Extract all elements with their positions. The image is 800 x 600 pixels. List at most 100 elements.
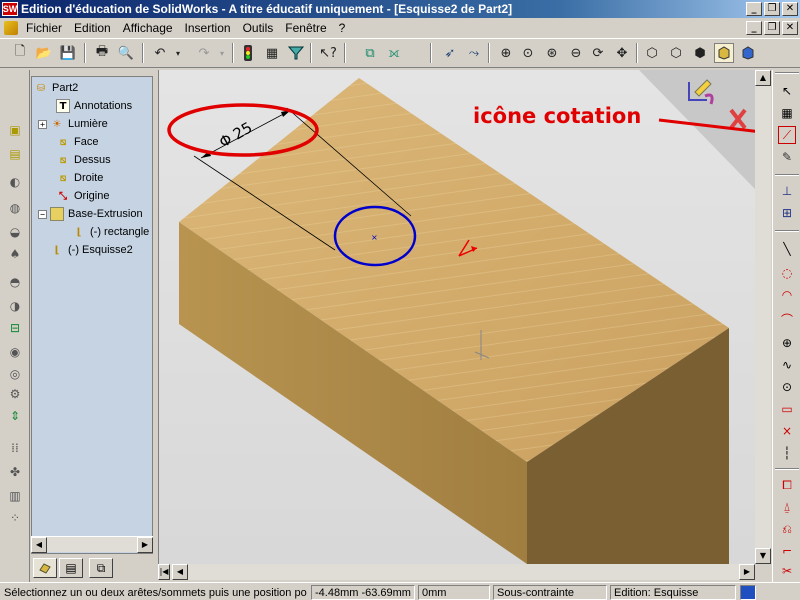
- tab-property-manager[interactable]: ▤: [59, 558, 83, 578]
- draft-icon[interactable]: ♠: [6, 246, 24, 262]
- tree-item-esquisse2[interactable]: ⌊ (-) Esquisse2: [50, 241, 133, 259]
- tree-item-dessus[interactable]: ⧅ Dessus: [56, 151, 111, 169]
- tree-item-base-extrusion[interactable]: − Base-Extrusion: [38, 205, 143, 223]
- filter-icon[interactable]: [286, 43, 306, 63]
- menu-help[interactable]: ?: [333, 19, 352, 37]
- rectangle-icon[interactable]: ▭: [778, 400, 796, 418]
- centerpoint-arc-icon[interactable]: ◌: [778, 264, 796, 282]
- tab-feature-manager[interactable]: [33, 558, 57, 578]
- tree-item-annotations[interactable]: T Annotations: [56, 97, 132, 115]
- scale-icon[interactable]: ⁘: [6, 510, 24, 526]
- dimension-value[interactable]: Φ 25: [216, 118, 255, 151]
- selection-filter-icon[interactable]: ⤳: [464, 43, 484, 63]
- scroll-up-icon[interactable]: ▲: [755, 70, 771, 86]
- viewport-vertical-scrollbar[interactable]: ▲ ▼: [755, 70, 771, 564]
- hole-icon[interactable]: ◑: [6, 298, 24, 314]
- add-relation-icon[interactable]: ⊥: [778, 182, 796, 200]
- scroll-start-icon[interactable]: |◀: [158, 564, 170, 580]
- menu-insertion[interactable]: Insertion: [179, 19, 237, 37]
- viewport-horizontal-scrollbar[interactable]: |◀ ◀ ▶: [158, 564, 755, 580]
- collapse-icon[interactable]: −: [38, 209, 47, 219]
- smart-dimension-icon[interactable]: ⟋: [778, 126, 796, 144]
- chamfer-icon[interactable]: ◍: [6, 200, 24, 216]
- scroll-right-icon[interactable]: ▶: [137, 537, 153, 553]
- trim-icon[interactable]: ✂: [778, 562, 796, 580]
- sketch-grid-icon[interactable]: ▦: [778, 104, 796, 122]
- smart-dimension-toolbar-icon[interactable]: ⟗: [384, 43, 404, 63]
- menu-affichage[interactable]: Affichage: [117, 19, 179, 37]
- menu-fichier[interactable]: Fichier: [20, 19, 68, 37]
- grid-icon[interactable]: ▦: [262, 43, 282, 63]
- select-pointer-icon[interactable]: ↖: [778, 82, 796, 100]
- linear-pattern-icon[interactable]: ⁞⁞: [6, 440, 24, 456]
- circle-icon[interactable]: ⊕: [778, 334, 796, 352]
- point-icon[interactable]: ×: [778, 422, 796, 440]
- doc-restore-button[interactable]: ❐: [764, 21, 780, 35]
- help-pointer-icon[interactable]: ↖?: [318, 43, 338, 63]
- minimize-button[interactable]: _: [746, 2, 762, 16]
- rebuild-icon[interactable]: [238, 43, 258, 63]
- tree-item-rectangle[interactable]: ⌊ (-) rectangle: [72, 223, 150, 241]
- mirror-feature-icon[interactable]: ▥: [6, 488, 24, 504]
- rotate-icon[interactable]: ⟳: [588, 43, 608, 63]
- doc-minimize-button[interactable]: _: [746, 21, 762, 35]
- tree-item-lumiere[interactable]: + ☀ Lumière: [38, 115, 108, 133]
- mirror-icon[interactable]: ⚙: [6, 386, 24, 402]
- menu-fenetre[interactable]: Fenêtre: [279, 19, 332, 37]
- dome-icon[interactable]: ◉: [6, 344, 24, 360]
- tab-configuration-manager[interactable]: ⧉: [89, 558, 113, 578]
- scroll-down-icon[interactable]: ▼: [755, 548, 771, 564]
- spline-icon[interactable]: ∿: [778, 356, 796, 374]
- select-icon[interactable]: ➶: [440, 43, 460, 63]
- fillet-icon[interactable]: ◐: [6, 174, 24, 190]
- shaded-icon[interactable]: [714, 43, 734, 63]
- close-button[interactable]: ✕: [782, 2, 798, 16]
- expand-icon[interactable]: +: [38, 119, 47, 129]
- hidden-lines-icon[interactable]: ⬡: [666, 43, 686, 63]
- pattern-icon[interactable]: ◎: [6, 366, 24, 382]
- scroll-left-icon[interactable]: ◀: [172, 564, 188, 580]
- undo-icon[interactable]: ↶: [150, 43, 170, 63]
- redo-dropdown-icon[interactable]: ▾: [212, 43, 232, 63]
- convert-entities-icon[interactable]: ⧠: [778, 476, 796, 494]
- circular-pattern-icon[interactable]: ✤: [6, 464, 24, 480]
- sketch-fillet-icon[interactable]: ⌐: [778, 542, 796, 560]
- model-view[interactable]: × Φ 25: [159, 70, 755, 564]
- cut-icon[interactable]: ◓: [6, 274, 24, 290]
- shell-icon[interactable]: ◒: [6, 224, 24, 240]
- zoom-out-icon[interactable]: ⊖: [566, 43, 586, 63]
- wireframe-icon[interactable]: ⬡: [642, 43, 662, 63]
- new-icon[interactable]: 🗋: [10, 43, 30, 63]
- zoom-selection-icon[interactable]: ⊛: [542, 43, 562, 63]
- tree-item-origine[interactable]: ⤡ Origine: [56, 187, 109, 205]
- line-icon[interactable]: ╲: [778, 240, 796, 258]
- tree-root[interactable]: ⛁ Part2: [34, 79, 79, 97]
- three-point-arc-icon[interactable]: ⌒: [778, 310, 796, 328]
- tangent-arc-icon[interactable]: ◠: [778, 286, 796, 304]
- print-icon[interactable]: 🖶: [92, 43, 112, 63]
- mirror-entities-icon[interactable]: ⎌: [778, 520, 796, 538]
- display-relations-icon[interactable]: ⊞: [778, 204, 796, 222]
- menu-edition[interactable]: Edition: [68, 19, 117, 37]
- centerline-icon[interactable]: ┆: [778, 444, 796, 462]
- document-menu-icon[interactable]: [4, 21, 18, 35]
- graphics-area[interactable]: × Φ 25 icône cotation: [158, 70, 755, 564]
- tree-item-droite[interactable]: ⧅ Droite: [56, 169, 104, 187]
- redo-icon[interactable]: ↷: [194, 43, 214, 63]
- scroll-right-icon[interactable]: ▶: [739, 564, 755, 580]
- doc-close-button[interactable]: ✕: [782, 21, 798, 35]
- revolve-icon[interactable]: ▤: [6, 146, 24, 162]
- tree-horizontal-scrollbar[interactable]: ◀ ▶: [31, 536, 153, 553]
- rib-icon[interactable]: ⊟: [6, 320, 24, 336]
- ellipse-icon[interactable]: ⊙: [778, 378, 796, 396]
- pan-icon[interactable]: ✥: [612, 43, 632, 63]
- tree-item-face[interactable]: ⧅ Face: [56, 133, 99, 151]
- sketch-pencil-icon[interactable]: ✎: [778, 148, 796, 166]
- sketch-icon[interactable]: ⧉: [360, 43, 380, 63]
- hidden-removed-icon[interactable]: ⬢: [690, 43, 710, 63]
- undo-dropdown-icon[interactable]: ▾: [168, 43, 188, 63]
- zoom-in-icon[interactable]: ⊙: [518, 43, 538, 63]
- maximize-button[interactable]: ❐: [764, 2, 780, 16]
- extrude-icon[interactable]: ▣: [6, 122, 24, 138]
- print-preview-icon[interactable]: 🔍: [116, 43, 136, 63]
